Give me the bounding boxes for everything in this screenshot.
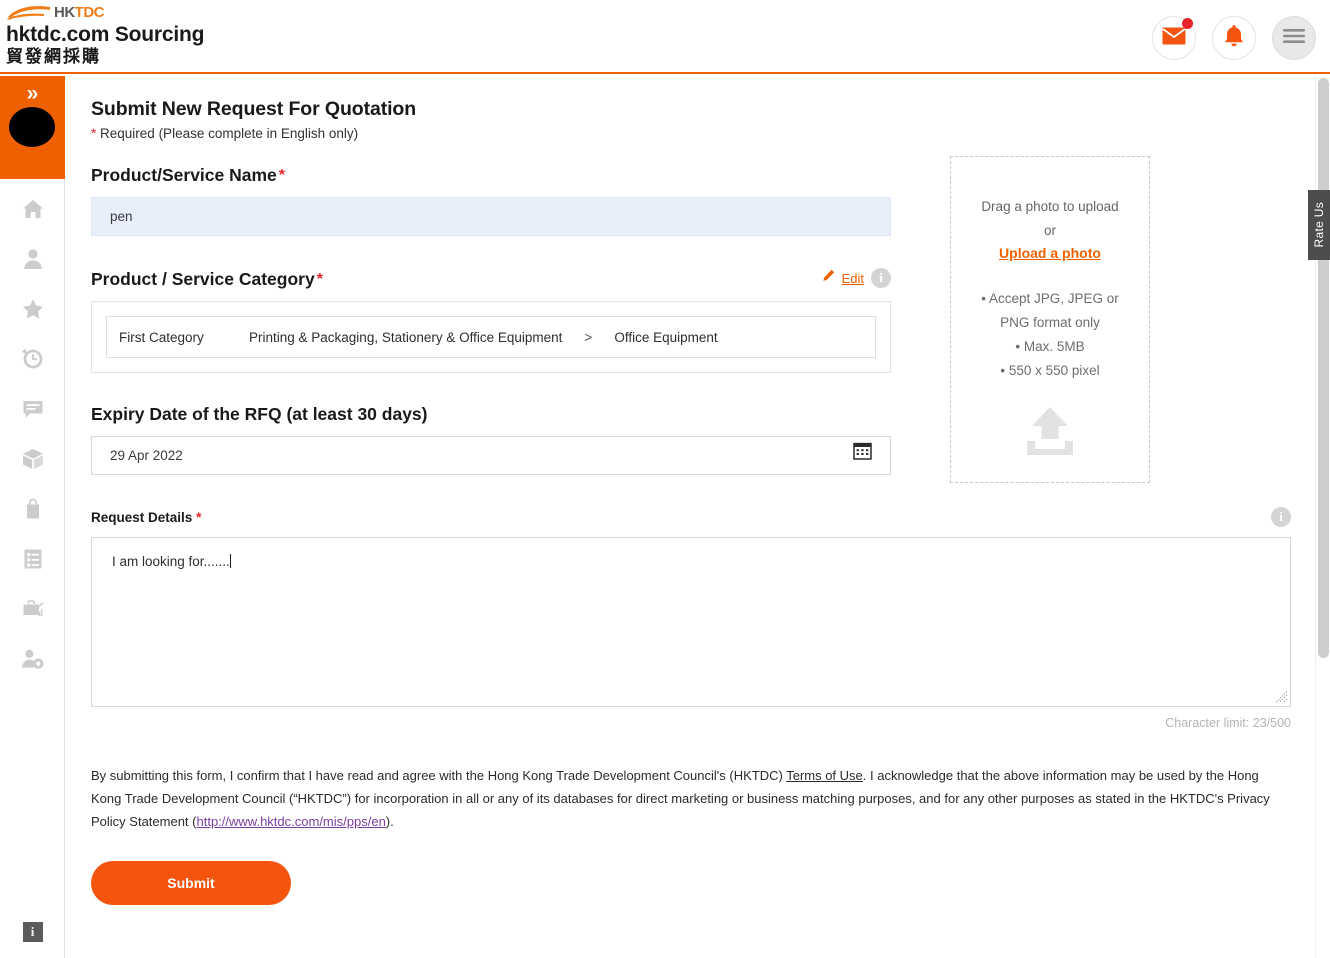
- expiry-date-value: 29 Apr 2022: [110, 448, 183, 463]
- details-info-icon[interactable]: i: [1271, 507, 1291, 527]
- sidebar-item-profile[interactable]: [0, 236, 65, 286]
- required-note: * Required (Please complete in English o…: [91, 126, 1314, 141]
- home-icon: [21, 197, 45, 226]
- details-label-text: Request Details: [91, 509, 193, 525]
- category-edit-link[interactable]: Edit: [842, 271, 864, 286]
- page-scrollbar-thumb[interactable]: [1318, 78, 1329, 658]
- privacy-policy-link[interactable]: http://www.hktdc.com/mis/pps/en: [197, 814, 386, 829]
- submit-button[interactable]: Submit: [91, 861, 291, 905]
- sidebar-item-lists[interactable]: [0, 536, 65, 586]
- menu-button[interactable]: [1272, 16, 1316, 60]
- sidebar-item-favourites[interactable]: [0, 286, 65, 336]
- pencil-icon[interactable]: [822, 269, 835, 287]
- bell-icon: [1223, 24, 1245, 53]
- hamburger-icon: [1283, 28, 1305, 49]
- upload-spec-line: • 550 x 550 pixel: [1000, 363, 1100, 378]
- main-content: Submit New Request For Quotation * Requi…: [66, 76, 1314, 958]
- rate-us-tab[interactable]: Rate Us: [1308, 190, 1330, 260]
- upload-spec-line: • Max. 5MB: [1015, 339, 1085, 354]
- category-actions: Edit i: [822, 268, 891, 290]
- upload-or-text: or: [1043, 223, 1056, 238]
- brand-block: HKTDC hktdc.com Sourcing 貿發網採購: [6, 2, 204, 67]
- terms-of-use-link[interactable]: Terms of Use: [786, 768, 863, 783]
- left-sidebar: » i: [0, 76, 65, 958]
- terms-part1: By submitting this form, I confirm that …: [91, 768, 787, 783]
- sidebar-item-reports[interactable]: [0, 586, 65, 636]
- sidebar-expand-button[interactable]: »: [0, 83, 65, 105]
- rate-us-label: Rate Us: [1312, 202, 1326, 248]
- details-header-row: Request Details * i: [91, 507, 1291, 527]
- category-label-text: Product / Service Category: [91, 269, 315, 289]
- category-box: First Category Printing & Packaging, Sta…: [91, 301, 891, 373]
- details-label: Request Details *: [91, 510, 201, 525]
- rfq-form: Submit New Request For Quotation * Requi…: [66, 76, 1314, 905]
- sidebar-info-button[interactable]: i: [0, 922, 65, 942]
- details-required-asterisk: *: [196, 509, 202, 525]
- checklist-icon: [21, 547, 45, 576]
- upload-spec-line: • Accept JPG, JPEG or: [981, 291, 1119, 306]
- category-info-icon[interactable]: i: [871, 268, 891, 288]
- sidebar-item-messages[interactable]: [0, 386, 65, 436]
- product-name-input[interactable]: pen: [91, 197, 891, 236]
- category-required-asterisk: *: [316, 271, 323, 288]
- sidebar-item-products[interactable]: [0, 436, 65, 486]
- brand-title: hktdc.com Sourcing: [6, 23, 205, 46]
- logo-hk-text: HK: [54, 3, 75, 21]
- hktdc-logo: HKTDC: [6, 2, 204, 22]
- envelope-icon: [1162, 27, 1186, 50]
- brand-title-chinese: 貿發網採購: [6, 47, 101, 66]
- text-cursor: [229, 554, 231, 568]
- category-label: Product / Service Category *: [91, 269, 323, 290]
- box-icon: [21, 447, 45, 476]
- history-icon: [21, 347, 45, 376]
- upload-spec-line: PNG format only: [1000, 315, 1100, 330]
- upload-drag-text: Drag a photo to upload: [981, 199, 1119, 214]
- user-gear-icon: [21, 647, 45, 676]
- category-separator: >: [584, 329, 593, 345]
- page-title: Submit New Request For Quotation: [91, 98, 417, 120]
- sidebar-item-orders[interactable]: [0, 486, 65, 536]
- category-path-primary: Printing & Packaging, Stationery & Offic…: [249, 329, 563, 345]
- character-limit-counter: Character limit: 23/500: [1165, 716, 1291, 730]
- sidebar-header: »: [0, 76, 65, 179]
- textarea-resize-handle[interactable]: [1275, 691, 1288, 704]
- expiry-date-input[interactable]: 29 Apr 2022: [91, 436, 891, 475]
- category-path-secondary: Office Equipment: [614, 329, 718, 345]
- product-name-required-asterisk: *: [278, 167, 286, 184]
- request-details-textarea[interactable]: I am looking for.......: [91, 537, 1291, 707]
- avatar[interactable]: [9, 107, 55, 147]
- terms-paragraph: By submitting this form, I confirm that …: [91, 764, 1291, 833]
- required-asterisk: *: [91, 126, 97, 141]
- header-actions: [1152, 16, 1316, 60]
- info-icon: i: [22, 922, 43, 942]
- product-name-label-text: Product/Service Name: [91, 165, 277, 185]
- category-first-label: First Category: [119, 329, 204, 345]
- required-note-text: Required (Please complete in English onl…: [100, 126, 359, 141]
- messages-button[interactable]: [1152, 16, 1196, 60]
- notifications-button[interactable]: [1212, 16, 1256, 60]
- request-details-value: I am looking for.......: [112, 554, 230, 569]
- briefcase-chart-icon: [21, 597, 45, 626]
- sidebar-nav: [0, 179, 64, 686]
- sidebar-item-history[interactable]: [0, 336, 65, 386]
- upload-arrow-icon: [951, 405, 1149, 462]
- category-header-row: Product / Service Category * Edit i: [91, 268, 891, 290]
- upload-specs: • Accept JPG, JPEG or PNG format only • …: [951, 287, 1149, 383]
- logo-tdc-text: TDC: [74, 3, 105, 21]
- chat-icon: [21, 397, 45, 426]
- category-selection-row[interactable]: First Category Printing & Packaging, Sta…: [106, 316, 876, 358]
- logo-wordmark: HKTDC: [54, 3, 105, 21]
- terms-part3: ).: [385, 814, 394, 829]
- person-icon: [21, 247, 45, 276]
- hktdc-swoosh-icon: [6, 4, 54, 21]
- calendar-icon[interactable]: [853, 437, 872, 474]
- star-icon: [21, 297, 45, 326]
- sidebar-item-home[interactable]: [0, 186, 65, 236]
- photo-upload-dropzone[interactable]: Drag a photo to upload or Upload a photo…: [950, 156, 1150, 483]
- bag-icon: [21, 497, 45, 526]
- sidebar-item-account-settings[interactable]: [0, 636, 65, 686]
- app-header: HKTDC hktdc.com Sourcing 貿發網採購: [0, 0, 1330, 74]
- upload-photo-link[interactable]: Upload a photo: [999, 245, 1101, 261]
- unread-badge: [1182, 18, 1193, 29]
